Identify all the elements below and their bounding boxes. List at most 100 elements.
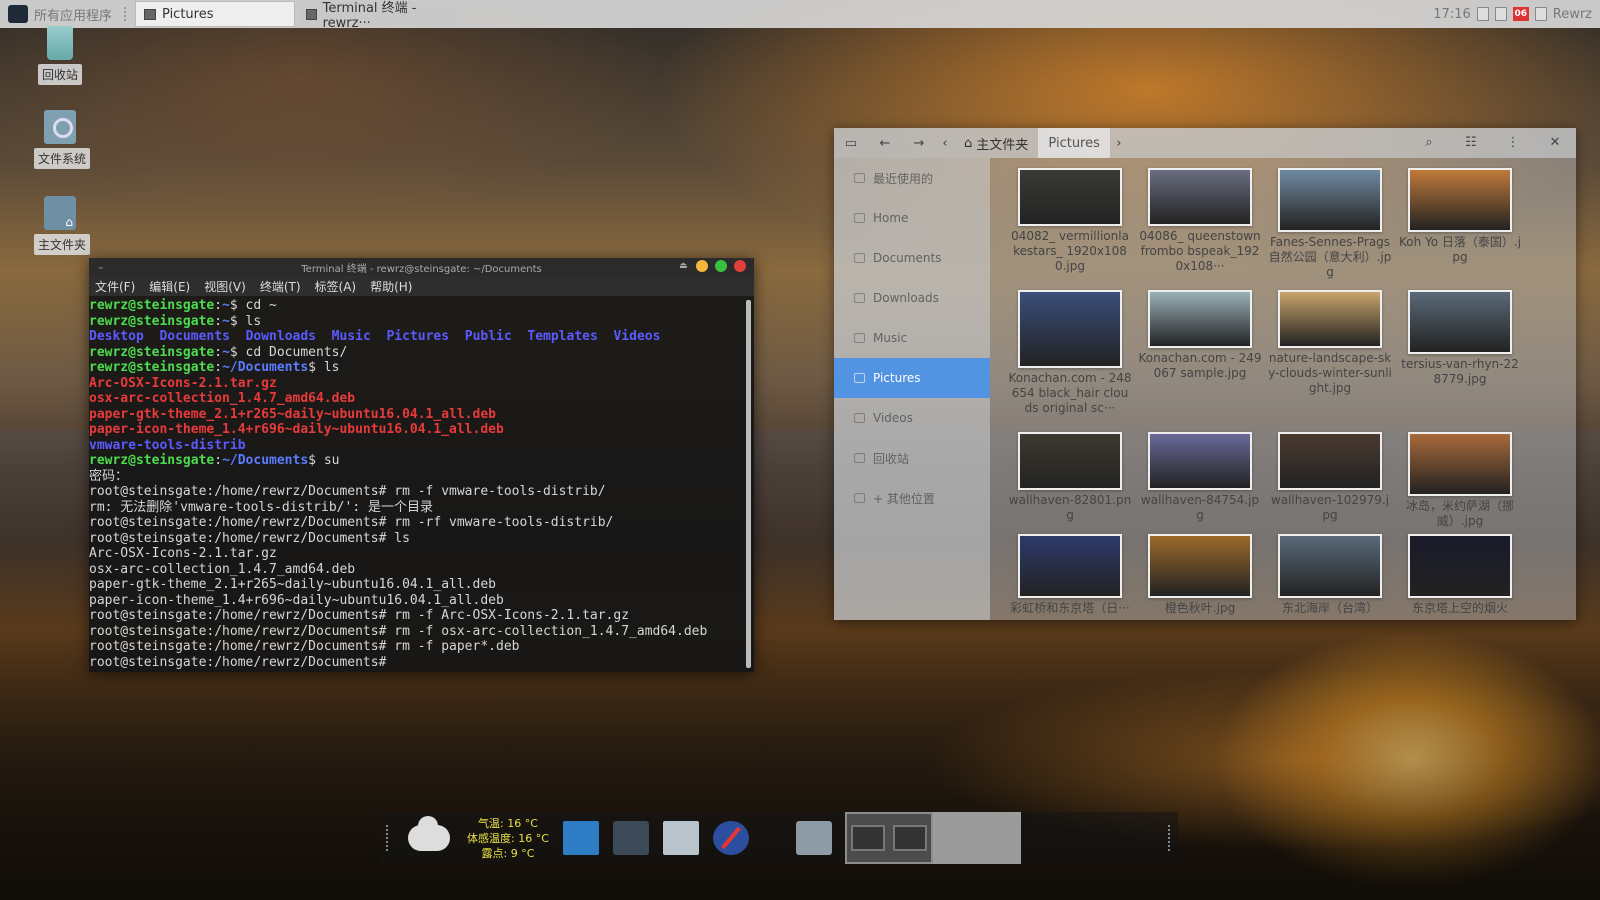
minimize-button[interactable] [696,260,708,272]
search-icon[interactable]: ⌕ [1408,128,1450,158]
breadcrumb-label: Pictures [1048,135,1100,151]
folder-icon[interactable] [663,821,699,855]
file-manager-window[interactable]: ▭ ← → ‹ ⌂ 主文件夹 Pictures › ⌕ ☷ ⋮ ✕ 最近使用的 H… [834,128,1576,620]
terminal-menu-item[interactable]: 视图(V) [204,278,246,295]
file-item[interactable]: 橙色秋叶.jpg [1138,534,1262,616]
desktop-icon-trash[interactable]: 回收站 [34,26,86,85]
terminal-line: osx-arc-collection_1.4.7_amd64.deb [89,562,754,578]
file-item[interactable]: 东京塔上空的烟火 [1398,534,1522,616]
sidebar-item[interactable]: Pictures [834,358,990,398]
home-folder-icon [44,196,76,230]
file-name: wallhaven-102979.jpg [1270,493,1390,522]
directory-entry: Documents [159,329,230,344]
terminal-window[interactable]: ⌄ Terminal 终端 - rewrz@steinsgate: ~/Docu… [89,258,754,672]
terminal-line: root@steinsgate:/home/rewrz/Documents# [89,655,754,671]
calendar-icon[interactable]: 06 [1512,7,1529,21]
sidebar-item[interactable]: 回收站 [834,438,990,478]
window-preview-active[interactable] [845,812,933,864]
terminal-icon[interactable] [613,821,649,855]
browser-compass-icon[interactable] [713,821,749,855]
sidebar-item[interactable]: Documents [834,238,990,278]
keyboard-icon[interactable] [1476,7,1489,21]
back-button[interactable]: ← [868,136,902,151]
sidebar-item[interactable]: 最近使用的 [834,158,990,198]
file-item[interactable]: Koh Yo 日落（泰国）.jpg [1398,168,1522,265]
terminal-titlebar[interactable]: ⌄ Terminal 终端 - rewrz@steinsgate: ~/Docu… [89,258,754,276]
weather-dew-point: 露点: 9 °C [481,846,535,860]
breadcrumb-home[interactable]: ⌂ 主文件夹 [954,128,1038,158]
chevron-down-icon[interactable]: ⌄ [97,262,105,272]
breadcrumb-right-arrow[interactable]: › [1110,136,1128,151]
file-item[interactable]: 彩虹桥和东京塔（日··· [1008,534,1132,616]
file-item[interactable]: 04086_ queenstownfrombo bspeak_1920x108·… [1138,168,1262,274]
file-item[interactable]: nature-landscape-sky-clouds-winter-sunli… [1268,290,1392,396]
file-name: 冰岛，米约萨湖（挪威）.jpg [1405,499,1514,528]
terminal-menu-item[interactable]: 文件(F) [95,278,135,295]
terminal-line: paper-icon-theme_1.4+r696~daily~ubuntu16… [89,422,754,438]
terminal-menu-item[interactable]: 终端(T) [260,278,301,295]
clock[interactable]: 17:16 [1433,7,1470,22]
terminal-line: Desktop Documents Downloads Music Pictur… [89,329,754,345]
terminal-line: paper-icon-theme_1.4+r696~daily~ubuntu16… [89,593,754,609]
dock-handle[interactable] [1168,825,1172,851]
menu-icon[interactable]: ⋮ [1492,128,1534,158]
weather-widget[interactable]: 气温: 16 °C 体感温度: 16 °C 露点: 9 °C [460,816,556,861]
file-item[interactable]: wallhaven-102979.jpg [1268,432,1392,523]
breadcrumb-left-arrow[interactable]: ‹ [936,136,954,151]
desktop-icon-home[interactable]: 主文件夹 [34,196,91,255]
display-icon[interactable] [1534,7,1547,21]
file-item[interactable]: tersius-van-rhyn-228779.jpg [1398,290,1522,387]
user-name[interactable]: Rewrz [1553,7,1592,22]
prompt-dollar: $ [229,313,246,329]
terminal-output[interactable]: rewrz@steinsgate:~$ cd ~ rewrz@steinsgate… [89,296,754,670]
files-icon[interactable] [563,821,599,855]
file-item[interactable]: 冰岛，米约萨湖（挪威）.jpg [1398,432,1522,529]
sidebar-item-label: Videos [873,411,913,425]
command-text: cd Documents/ [245,344,348,360]
archive-file-entry: paper-icon-theme_1.4+r696~daily~ubuntu16… [89,422,504,437]
sidebar-item[interactable]: Music [834,318,990,358]
taskbar-item-terminal[interactable]: Terminal 终端 - rewrz··· [298,1,457,31]
terminal-menu-item[interactable]: 帮助(H) [370,278,412,295]
sidebar-item[interactable]: Home [834,198,990,238]
view-toggle-icon[interactable]: ☷ [1450,128,1492,158]
file-item[interactable]: 东北海岸（台湾） [1268,534,1392,616]
breadcrumb-pictures[interactable]: Pictures [1038,128,1110,158]
file-item[interactable]: wallhaven-84754.jpg [1138,432,1262,523]
prompt-path: ~/Documents [222,453,309,468]
output-text: root@steinsgate:/home/rewrz/Documents# r… [89,515,614,530]
file-item[interactable]: Fanes-Sennes-Prags 自然公园（意大利）.jpg [1268,168,1392,280]
sidebar-item[interactable]: Downloads [834,278,990,318]
terminal-menu-item[interactable]: 标签(A) [315,278,357,295]
close-button[interactable] [734,260,746,272]
archive-file-entry: osx-arc-collection_1.4.7_amd64.deb [89,391,356,406]
output-text: paper-gtk-theme_2.1+r265~daily~ubuntu16.… [89,577,496,592]
output-text: paper-icon-theme_1.4+r696~daily~ubuntu16… [89,592,504,608]
eject-icon[interactable]: ⏏ [679,261,689,271]
maximize-button[interactable] [715,260,727,272]
sidebar-item[interactable]: + 其他位置 [834,478,990,518]
terminal-scrollbar[interactable] [746,300,751,668]
taskbar-item-pictures[interactable]: Pictures [135,1,296,27]
sidebar-item[interactable]: Videos [834,398,990,438]
output-text: root@steinsgate:/home/rewrz/Documents# r… [89,484,606,499]
file-item[interactable]: 04082_ vermillionlakestars_ 1920x1080.jp… [1008,168,1132,274]
dock-handle[interactable] [386,825,390,851]
image-thumbnail [1018,534,1122,598]
window-preview[interactable] [933,812,1021,864]
cloud-icon[interactable] [408,816,450,851]
folder-icon[interactable] [796,821,832,855]
clipboard-icon[interactable] [1494,7,1507,21]
image-thumbnail [1408,168,1512,232]
applications-menu-button[interactable]: 所有应用程序 [0,0,120,28]
file-item[interactable]: Konachan.com - 248654 black_hair clouds … [1008,290,1132,416]
file-item[interactable]: Konachan.com - 249067 sample.jpg [1138,290,1262,381]
prompt-dollar: $ [229,344,246,360]
sidebar-item-label: Downloads [873,291,939,305]
close-button[interactable]: ✕ [1534,128,1576,158]
file-item[interactable]: wallhaven-82801.png [1008,432,1132,523]
desktop-icon-filesystem[interactable]: 文件系统 [34,110,91,169]
forward-button[interactable]: → [902,136,936,151]
terminal-menu-item[interactable]: 编辑(E) [149,278,190,295]
file-name: Konachan.com - 249067 sample.jpg [1138,351,1262,380]
